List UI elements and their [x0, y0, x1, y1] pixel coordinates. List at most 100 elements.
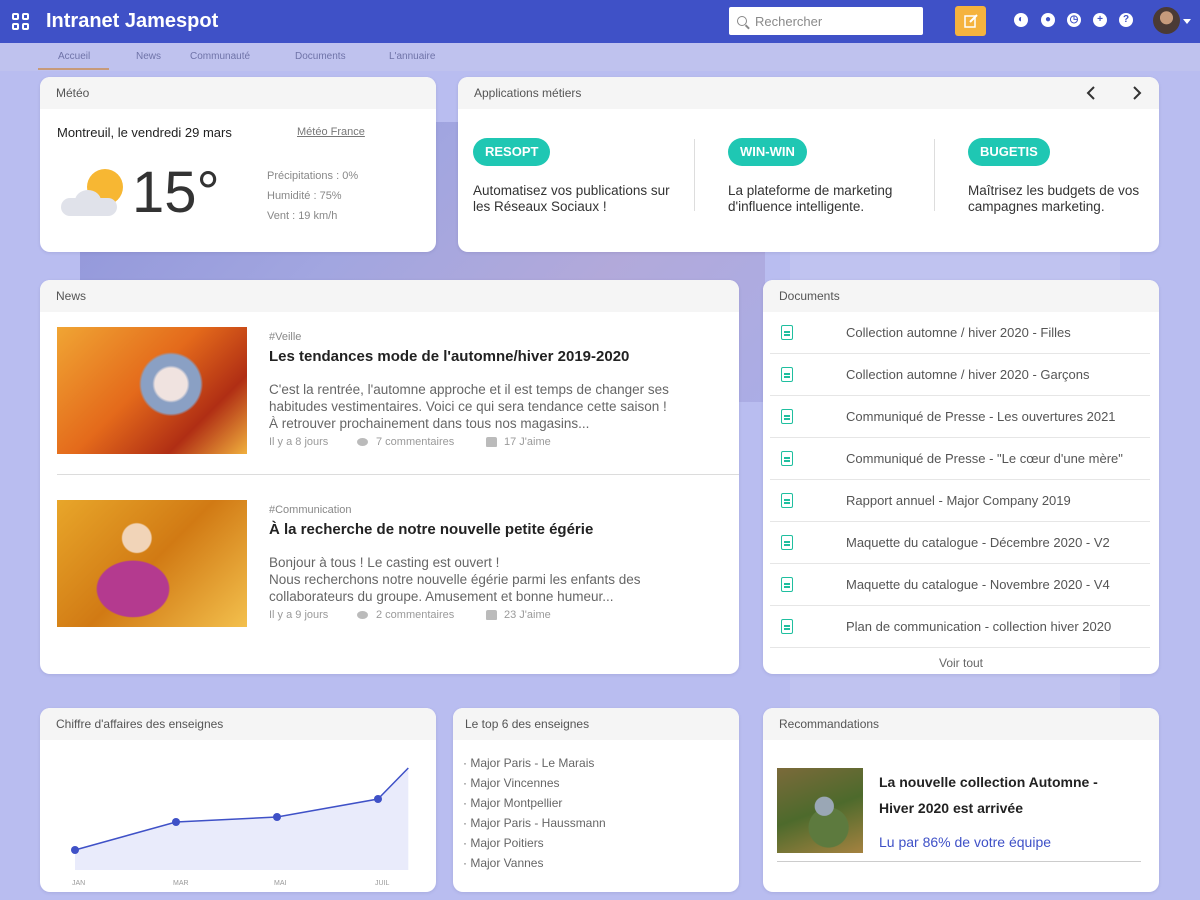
document-title[interactable]: Maquette du catalogue - Novembre 2020 - …	[846, 577, 1110, 592]
search-input[interactable]: Rechercher	[729, 7, 923, 35]
document-title[interactable]: Communiqué de Presse - "Le cœur d'une mè…	[846, 451, 1123, 466]
temperature: 15°	[132, 160, 220, 225]
weather-card: Météo Montreuil, le vendredi 29 mars Mét…	[40, 77, 436, 252]
list-item[interactable]: · Major Poitiers	[463, 836, 544, 850]
document-icon	[781, 325, 793, 340]
tab-home[interactable]: Accueil	[58, 51, 90, 62]
list-item[interactable]: · Major Paris - Le Marais	[463, 756, 594, 770]
history-icon[interactable]: ◷	[1067, 13, 1081, 27]
news-tag[interactable]: #Veille	[269, 331, 301, 343]
document-item[interactable]: Plan de communication - collection hiver…	[770, 606, 1150, 648]
x-tick-label: MAI	[274, 880, 287, 887]
tab-news[interactable]: News	[136, 51, 161, 62]
tab-community[interactable]: Communauté	[190, 51, 250, 62]
list-item[interactable]: · Major Montpellier	[463, 796, 562, 810]
wind: Vent : 19 km/h	[267, 210, 338, 222]
add-icon[interactable]: +	[1093, 13, 1107, 27]
recommendation-readers: Lu par 86% de votre équipe	[879, 834, 1052, 850]
document-icon	[781, 577, 793, 592]
documents-card: Documents Collection automne / hiver 202…	[763, 280, 1159, 674]
news-excerpt-line: collaborateurs du groupe. Amusement et b…	[269, 589, 614, 604]
weather-header: Météo	[40, 77, 436, 109]
weather-source-link[interactable]: Météo France	[297, 126, 365, 138]
top6-card: Le top 6 des enseignes · Major Paris - L…	[453, 708, 739, 892]
app-winwin-button[interactable]: WIN-WIN	[728, 138, 807, 166]
notifications-icon[interactable]: ●	[1041, 13, 1055, 27]
chart-point[interactable]	[71, 846, 79, 854]
news-excerpt-line: C'est la rentrée, l'automne approche et …	[269, 382, 669, 397]
app-resopt-button[interactable]: RESOPT	[473, 138, 551, 166]
main-nav: Accueil News Communauté Documents L'annu…	[0, 43, 1200, 71]
document-item[interactable]: Collection automne / hiver 2020 - Filles	[770, 312, 1150, 354]
x-tick-label: JUIL	[375, 880, 390, 887]
recommendations-header: Recommandations	[763, 708, 1159, 740]
document-title[interactable]: Communiqué de Presse - Les ouvertures 20…	[846, 409, 1116, 424]
compose-button[interactable]	[955, 6, 986, 36]
document-item[interactable]: Rapport annuel - Major Company 2019	[770, 480, 1150, 522]
list-item[interactable]: · Major Vincennes	[463, 776, 560, 790]
news-excerpt: C'est la rentrée, l'automne approche et …	[269, 381, 729, 432]
divider	[777, 861, 1141, 862]
news-title[interactable]: Les tendances mode de l'automne/hiver 20…	[269, 348, 629, 365]
comment-icon	[357, 438, 368, 446]
cloud-icon	[61, 190, 117, 216]
news-title[interactable]: À la recherche de notre nouvelle petite …	[269, 521, 593, 538]
document-item[interactable]: Maquette du catalogue - Novembre 2020 - …	[770, 564, 1150, 606]
document-item[interactable]: Communiqué de Presse - Les ouvertures 20…	[770, 396, 1150, 438]
document-title[interactable]: Plan de communication - collection hiver…	[846, 619, 1111, 634]
document-title[interactable]: Rapport annuel - Major Company 2019	[846, 493, 1071, 508]
chevron-right-icon[interactable]	[1130, 86, 1144, 100]
apps-card: Applications métiers RESOPT Automatisez …	[458, 77, 1159, 252]
document-item[interactable]: Collection automne / hiver 2020 - Garçon…	[770, 354, 1150, 396]
news-comments[interactable]: 7 commentaires	[376, 436, 454, 448]
chevron-down-icon[interactable]	[1183, 19, 1191, 24]
like-icon[interactable]	[486, 437, 497, 447]
chart-point[interactable]	[273, 813, 281, 821]
app-winwin-desc-line1: La plateforme de marketing	[728, 183, 893, 198]
app-bugetis-button[interactable]: BUGETIS	[968, 138, 1050, 166]
document-title[interactable]: Collection automne / hiver 2020 - Garçon…	[846, 367, 1090, 382]
news-tag[interactable]: #Communication	[269, 504, 352, 516]
news-excerpt: Bonjour à tous ! Le casting est ouvert !…	[269, 554, 729, 605]
chart-point[interactable]	[374, 795, 382, 803]
document-icon	[781, 409, 793, 424]
user-avatar[interactable]	[1153, 7, 1180, 34]
news-image[interactable]	[57, 500, 247, 627]
revenue-card: Chiffre d'affaires des enseignes JAN MAR M…	[40, 708, 436, 892]
revenue-chart: JAN MAR MAI JUIL	[71, 767, 409, 887]
document-icon	[781, 451, 793, 466]
list-item[interactable]: · Major Vannes	[463, 856, 543, 870]
chart-point[interactable]	[172, 818, 180, 826]
weather-city: Montreuil, le vendredi 29 mars	[57, 125, 232, 140]
news-excerpt-line: habitudes vestimentaires. Voici ce qui s…	[269, 399, 667, 414]
recommendation-title[interactable]: La nouvelle collection Automne - Hiver 2…	[879, 769, 1109, 821]
news-comments[interactable]: 2 commentaires	[376, 609, 454, 621]
like-icon[interactable]	[486, 610, 497, 620]
list-item[interactable]: · Major Paris - Haussmann	[463, 816, 606, 830]
revenue-header: Chiffre d'affaires des enseignes	[40, 708, 436, 740]
document-title[interactable]: Collection automne / hiver 2020 - Filles	[846, 325, 1071, 340]
news-image[interactable]	[57, 327, 247, 454]
explore-icon[interactable]: ◐	[1014, 13, 1028, 27]
see-all-link[interactable]: Voir tout	[763, 656, 1159, 670]
document-title[interactable]: Maquette du catalogue - Décembre 2020 - …	[846, 535, 1110, 550]
chevron-left-icon[interactable]	[1084, 86, 1098, 100]
news-excerpt-line: Nous recherchons notre nouvelle égérie p…	[269, 572, 641, 587]
brand-title[interactable]: Intranet Jamespot	[46, 10, 218, 33]
news-likes: 23 J'aime	[504, 609, 551, 621]
apps-grid-icon[interactable]	[12, 12, 30, 31]
tab-documents[interactable]: Documents	[295, 51, 346, 62]
apps-header: Applications métiers	[458, 77, 1159, 109]
active-tab-indicator	[38, 68, 109, 70]
document-item[interactable]: Maquette du catalogue - Décembre 2020 - …	[770, 522, 1150, 564]
tab-directory[interactable]: L'annuaire	[389, 51, 435, 62]
document-icon	[781, 535, 793, 550]
search-placeholder: Rechercher	[755, 13, 823, 29]
app-bugetis-desc-line1: Maîtrisez les budgets de vos	[968, 183, 1140, 198]
recommendations-card: Recommandations La nouvelle collection A…	[763, 708, 1159, 892]
document-item[interactable]: Communiqué de Presse - "Le cœur d'une mè…	[770, 438, 1150, 480]
recommendation-image[interactable]	[777, 768, 863, 853]
help-icon[interactable]: ?	[1119, 13, 1133, 27]
search-icon	[737, 16, 747, 26]
news-card: News #Veille Les tendances mode de l'aut…	[40, 280, 739, 674]
